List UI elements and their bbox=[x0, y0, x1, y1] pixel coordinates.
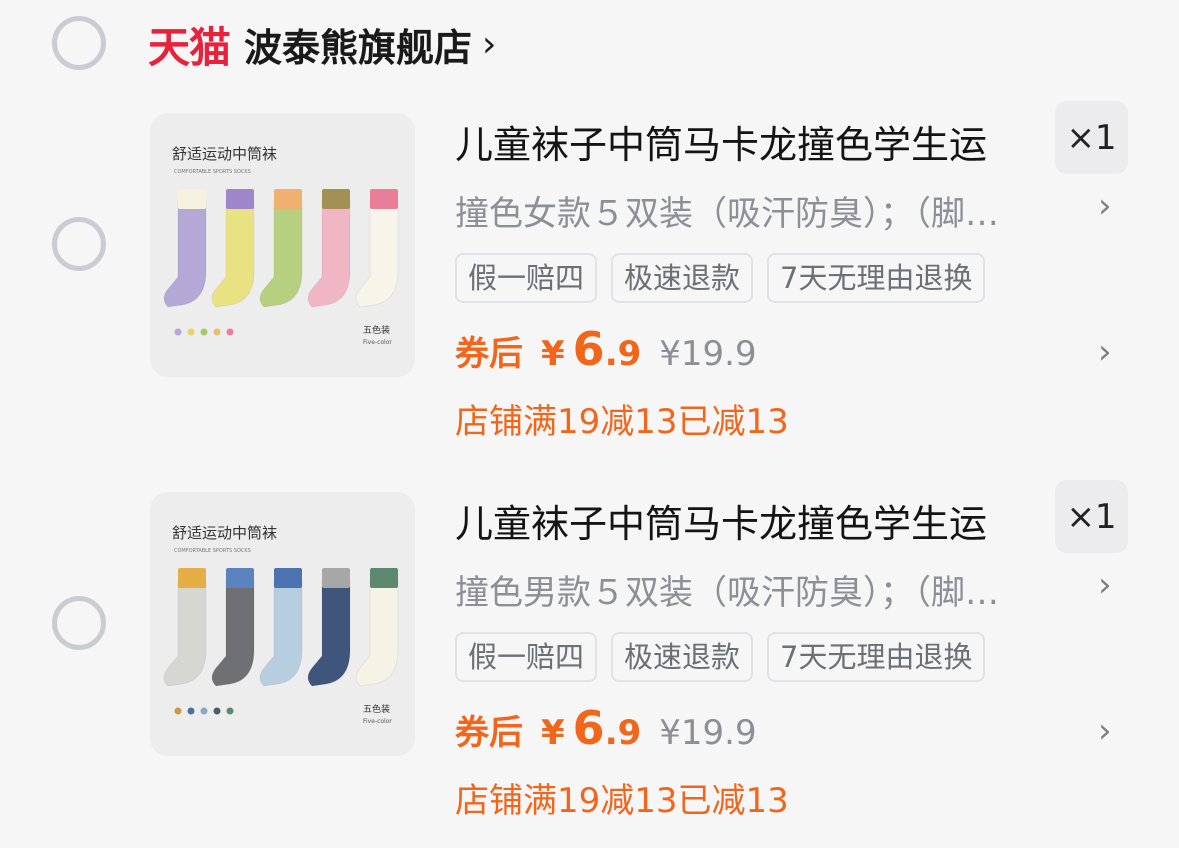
promo-text: 店铺满19减13已减13 bbox=[455, 402, 789, 442]
thumb-subheading: COMFORTABLE SPORTS SOCKS bbox=[174, 169, 251, 175]
color-dot bbox=[213, 328, 221, 336]
sock-pack-image: 舒适运动中筒袜 COMFORTABLE SPORTS SOCKS 五色装 Five-c… bbox=[150, 113, 415, 377]
price-chevron-icon[interactable]: › bbox=[1098, 332, 1112, 372]
tmall-logo: 天猫 bbox=[148, 23, 231, 71]
color-dot bbox=[200, 328, 208, 336]
product-thumbnail[interactable]: 舒适运动中筒袜 COMFORTABLE SPORTS SOCKS 五色装 Five-c… bbox=[150, 113, 415, 377]
thumb-count-en: Five-color bbox=[363, 718, 392, 725]
coupon-price-label: 券后 bbox=[455, 713, 523, 753]
shop-name[interactable]: 波泰熊旗舰店 bbox=[244, 17, 472, 72]
color-dot bbox=[187, 707, 195, 715]
sock-pack-image: 舒适运动中筒袜 COMFORTABLE SPORTS SOCKS 五色装 Five-c… bbox=[150, 492, 415, 756]
quantity-badge[interactable]: ×1 bbox=[1055, 101, 1128, 174]
color-dot bbox=[187, 328, 195, 336]
price-chevron-icon[interactable]: › bbox=[1098, 711, 1112, 751]
thumb-subheading: COMFORTABLE SPORTS SOCKS bbox=[174, 548, 251, 554]
color-dot bbox=[174, 328, 182, 336]
thumb-count: 五色装 bbox=[363, 324, 390, 336]
service-tags: 假一赔四 极速退款 7天无理由退换 bbox=[455, 253, 986, 303]
color-dot bbox=[200, 707, 208, 715]
tag-fake-compensation: 假一赔四 bbox=[455, 632, 598, 682]
shop-select-radio[interactable] bbox=[52, 16, 106, 70]
tag-fake-compensation: 假一赔四 bbox=[455, 253, 598, 303]
price-row: 券后 ¥ 6 .9 ¥19.9 bbox=[455, 701, 757, 755]
original-price: ¥19.9 bbox=[659, 334, 757, 374]
thumb-count: 五色装 bbox=[363, 703, 390, 715]
item-select-radio[interactable] bbox=[52, 217, 106, 271]
tag-fast-refund: 极速退款 bbox=[611, 253, 754, 303]
spec-chevron-icon[interactable]: › bbox=[1098, 565, 1112, 605]
shop-header[interactable]: 天猫 波泰熊旗舰店 › bbox=[148, 14, 496, 74]
product-title[interactable]: 儿童袜子中筒马卡龙撞色学生运 bbox=[455, 114, 1045, 169]
product-title[interactable]: 儿童袜子中筒马卡龙撞色学生运 bbox=[455, 493, 1045, 548]
original-price: ¥19.9 bbox=[659, 713, 757, 753]
tag-7day-return: 7天无理由退换 bbox=[767, 632, 986, 682]
price-integer: 6 bbox=[572, 322, 605, 376]
price-integer: 6 bbox=[572, 701, 605, 755]
color-dot bbox=[174, 707, 182, 715]
spec-chevron-icon[interactable]: › bbox=[1098, 186, 1112, 226]
product-spec[interactable]: 撞色男款５双装（吸汗防臭）；（脚… bbox=[455, 565, 999, 614]
quantity-badge[interactable]: ×1 bbox=[1055, 480, 1128, 553]
coupon-price-label: 券后 bbox=[455, 334, 523, 374]
promo-text: 店铺满19减13已减13 bbox=[455, 781, 789, 821]
product-spec[interactable]: 撞色女款５双装（吸汗防臭）；（脚… bbox=[455, 186, 999, 235]
color-dot bbox=[226, 328, 234, 336]
thumb-count-en: Five-color bbox=[363, 339, 392, 346]
price-row: 券后 ¥ 6 .9 ¥19.9 bbox=[455, 322, 757, 376]
color-dot bbox=[226, 707, 234, 715]
price-decimal: .9 bbox=[604, 334, 642, 374]
shop-chevron-icon[interactable]: › bbox=[482, 24, 496, 65]
item-select-radio[interactable] bbox=[52, 596, 106, 650]
thumb-heading: 舒适运动中筒袜 bbox=[172, 524, 277, 542]
service-tags: 假一赔四 极速退款 7天无理由退换 bbox=[455, 632, 986, 682]
color-dot bbox=[213, 707, 221, 715]
currency-symbol: ¥ bbox=[541, 713, 565, 753]
currency-symbol: ¥ bbox=[541, 334, 565, 374]
price-decimal: .9 bbox=[604, 713, 642, 753]
thumb-heading: 舒适运动中筒袜 bbox=[172, 145, 277, 163]
tag-7day-return: 7天无理由退换 bbox=[767, 253, 986, 303]
tag-fast-refund: 极速退款 bbox=[611, 632, 754, 682]
product-thumbnail[interactable]: 舒适运动中筒袜 COMFORTABLE SPORTS SOCKS 五色装 Five-c… bbox=[150, 492, 415, 756]
